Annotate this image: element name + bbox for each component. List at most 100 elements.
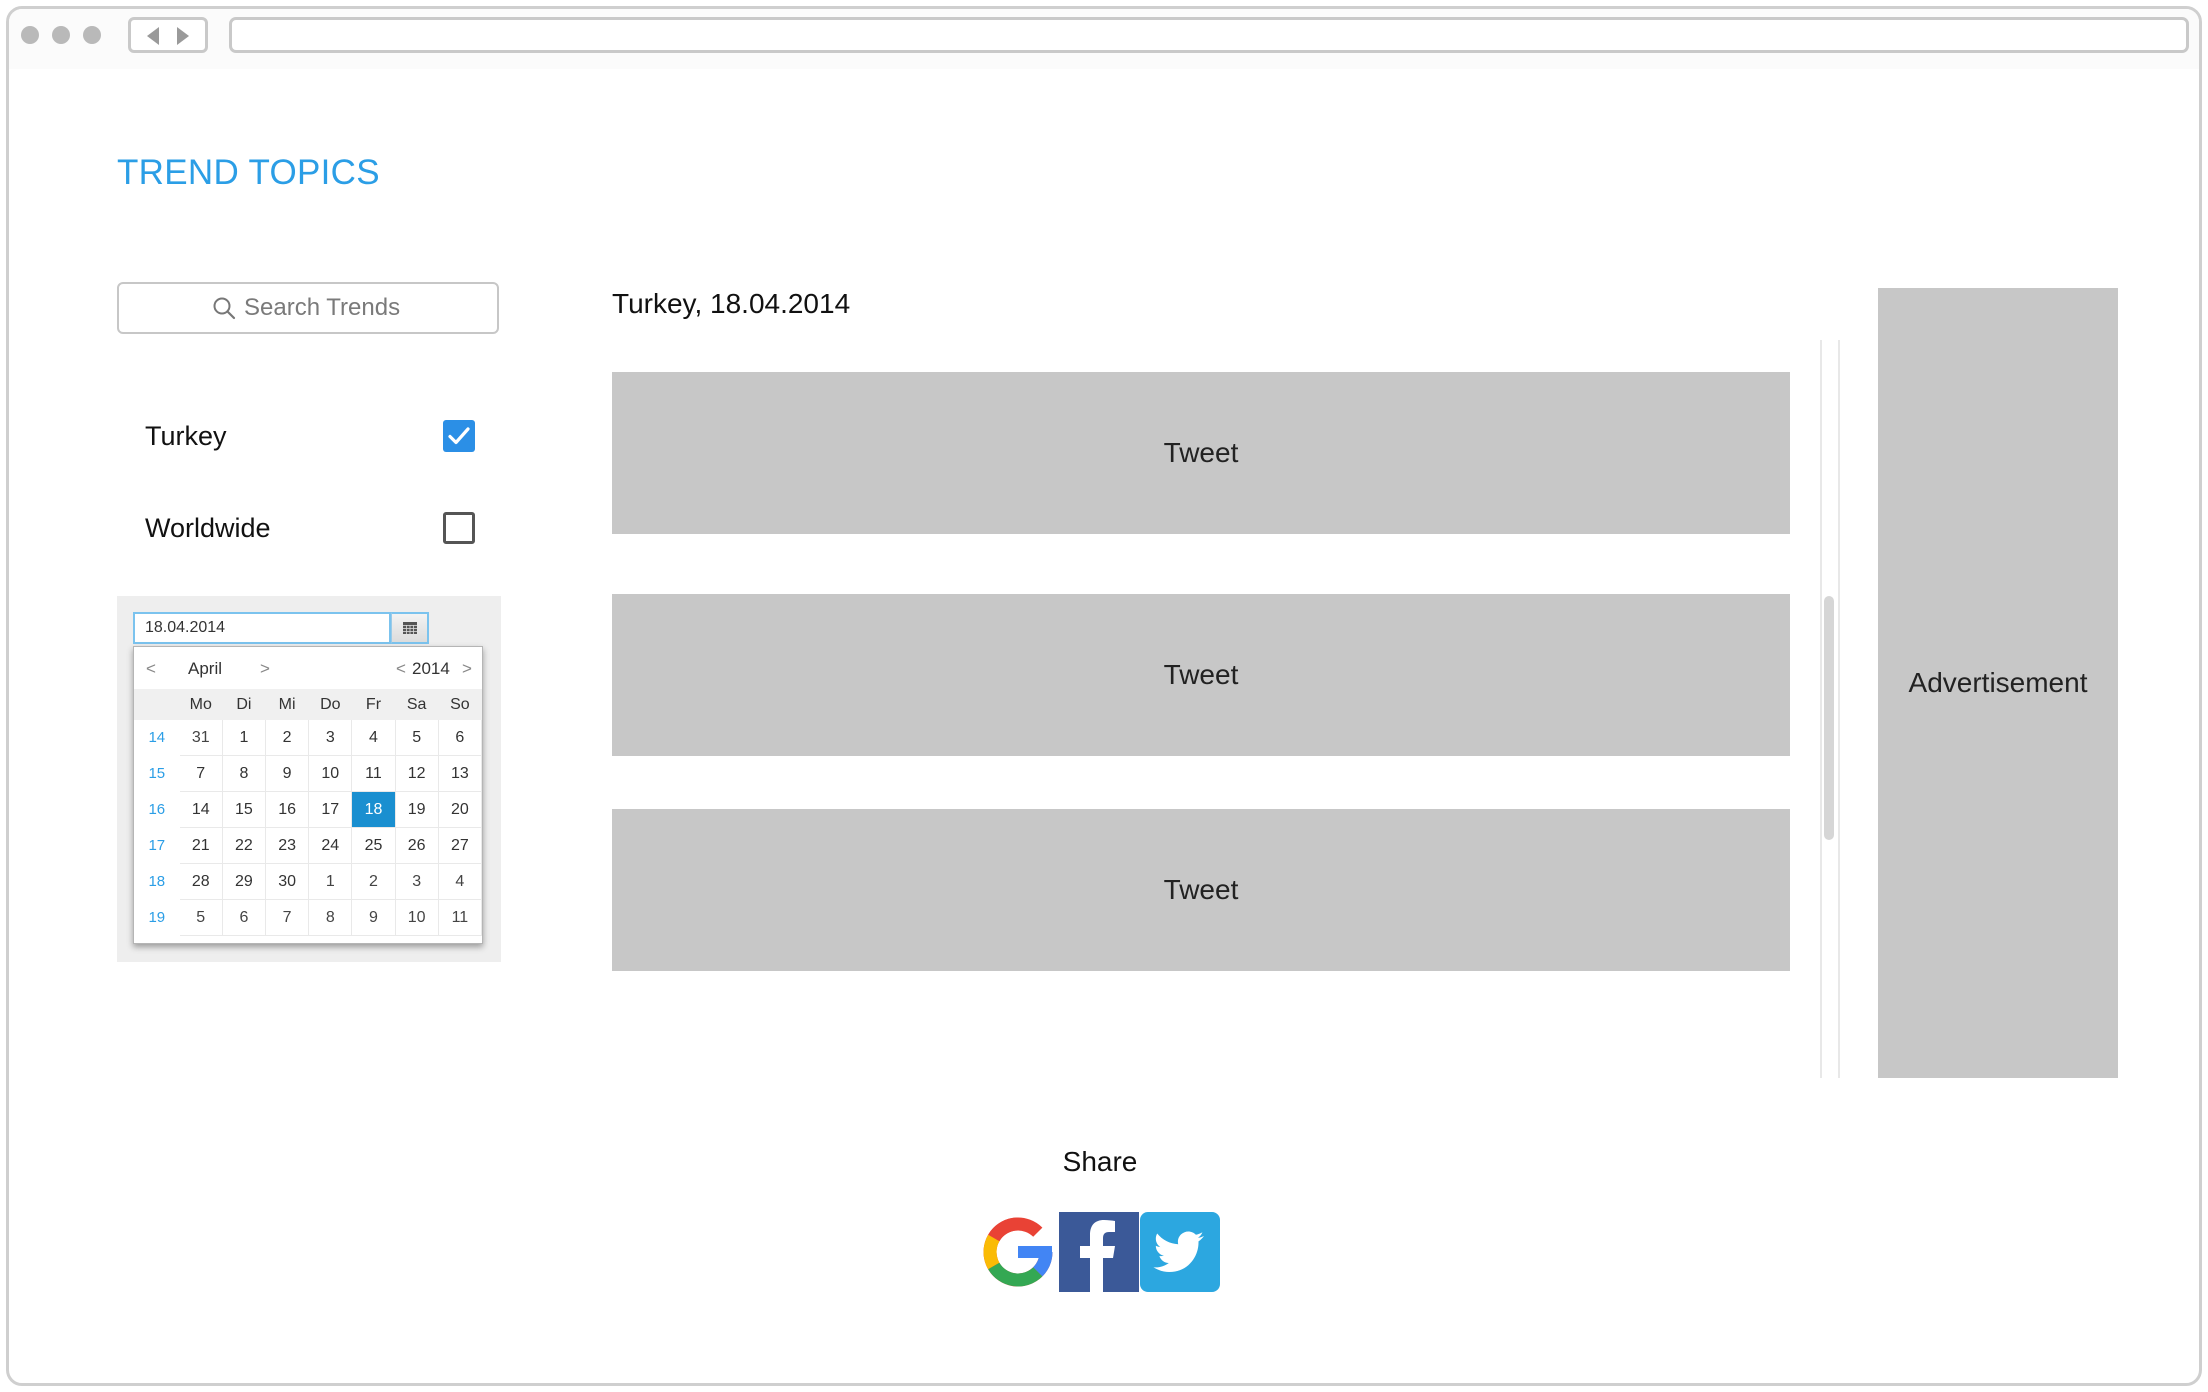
calendar-day[interactable]: 10 bbox=[308, 755, 353, 792]
calendar-day[interactable]: 30 bbox=[265, 863, 310, 900]
google-share-button[interactable] bbox=[978, 1212, 1058, 1292]
calendar-day[interactable]: 13 bbox=[437, 755, 483, 792]
calendar-day[interactable]: 11 bbox=[437, 899, 483, 936]
calendar-day[interactable]: 3 bbox=[394, 863, 439, 900]
checkbox-turkey[interactable] bbox=[443, 420, 475, 452]
week-header-cell bbox=[134, 689, 180, 720]
calendar-day[interactable]: 25 bbox=[351, 827, 396, 864]
week-number: 19 bbox=[134, 899, 180, 936]
weekday-header: Mo bbox=[178, 689, 223, 720]
year-label[interactable]: 2014 bbox=[412, 659, 450, 679]
calendar-week-row: 18 28 29 30 1 2 3 4 bbox=[134, 863, 483, 900]
calendar-day-selected[interactable]: 18 bbox=[351, 791, 396, 828]
calendar-day[interactable]: 1 bbox=[308, 863, 353, 900]
feed-heading: Turkey, 18.04.2014 bbox=[612, 288, 851, 319]
page-title: TREND TOPICS bbox=[117, 153, 380, 192]
back-button[interactable] bbox=[141, 26, 165, 46]
facebook-share-button[interactable] bbox=[1059, 1212, 1139, 1292]
calendar-day[interactable]: 9 bbox=[265, 755, 310, 792]
prev-year-button[interactable]: < bbox=[396, 659, 406, 679]
calendar-day[interactable]: 6 bbox=[437, 719, 483, 756]
calendar-button[interactable] bbox=[391, 612, 429, 644]
filter-label-turkey: Turkey bbox=[145, 420, 227, 451]
calendar-day[interactable]: 4 bbox=[351, 719, 396, 756]
calendar-popup: < April > < 2014 > Mo Di Mi Do Fr Sa So 14 31 1 2 3… bbox=[133, 646, 483, 944]
calendar-day[interactable]: 9 bbox=[351, 899, 396, 936]
calendar-day[interactable]: 7 bbox=[178, 755, 223, 792]
filter-turkey: Turkey bbox=[145, 416, 485, 456]
weekday-header: Sa bbox=[394, 689, 439, 720]
calendar-day[interactable]: 2 bbox=[265, 719, 310, 756]
close-window-dot[interactable] bbox=[21, 26, 39, 44]
month-label[interactable]: April bbox=[188, 659, 222, 679]
calendar-day[interactable]: 10 bbox=[394, 899, 439, 936]
tweet-card[interactable]: Tweet bbox=[612, 809, 1790, 971]
calendar-day[interactable]: 26 bbox=[394, 827, 439, 864]
calendar-day[interactable]: 5 bbox=[394, 719, 439, 756]
calendar-day[interactable]: 17 bbox=[308, 791, 353, 828]
weekday-header: Di bbox=[221, 689, 267, 720]
checkmark-icon bbox=[448, 427, 470, 445]
calendar-header: < April > < 2014 > bbox=[134, 647, 482, 689]
calendar-day[interactable]: 6 bbox=[221, 899, 267, 936]
tweet-card[interactable]: Tweet bbox=[612, 372, 1790, 534]
share-label: Share bbox=[1062, 1146, 1138, 1177]
search-box[interactable] bbox=[117, 282, 499, 334]
calendar-week-row: 15 7 8 9 10 11 12 13 bbox=[134, 755, 483, 792]
calendar-day[interactable]: 31 bbox=[178, 719, 223, 756]
facebook-icon bbox=[1080, 1220, 1115, 1292]
twitter-share-button[interactable] bbox=[1140, 1212, 1220, 1292]
week-number: 17 bbox=[134, 827, 180, 864]
calendar-day[interactable]: 16 bbox=[265, 791, 310, 828]
search-input[interactable] bbox=[244, 294, 404, 322]
calendar-day[interactable]: 8 bbox=[221, 755, 267, 792]
calendar-day[interactable]: 19 bbox=[394, 791, 439, 828]
checkbox-worldwide[interactable] bbox=[443, 512, 475, 544]
calendar-icon bbox=[402, 622, 417, 634]
prev-month-button[interactable]: < bbox=[146, 659, 156, 679]
calendar-day[interactable]: 24 bbox=[308, 827, 353, 864]
maximize-window-dot[interactable] bbox=[83, 26, 101, 44]
forward-arrow-icon bbox=[177, 27, 189, 45]
week-number: 16 bbox=[134, 791, 180, 828]
weekday-header: So bbox=[437, 689, 483, 720]
calendar-day[interactable]: 2 bbox=[351, 863, 396, 900]
calendar-day[interactable]: 21 bbox=[178, 827, 223, 864]
calendar-day[interactable]: 22 bbox=[221, 827, 267, 864]
calendar-day[interactable]: 7 bbox=[265, 899, 310, 936]
calendar-day[interactable]: 29 bbox=[221, 863, 267, 900]
date-input[interactable] bbox=[133, 612, 391, 644]
minimize-window-dot[interactable] bbox=[52, 26, 70, 44]
twitter-icon bbox=[1153, 1231, 1204, 1272]
address-bar[interactable] bbox=[229, 17, 2189, 53]
feed-scrollbar-thumb[interactable] bbox=[1824, 596, 1834, 840]
forward-button[interactable] bbox=[171, 26, 195, 46]
week-number: 15 bbox=[134, 755, 180, 792]
calendar-day[interactable]: 12 bbox=[394, 755, 439, 792]
advertisement-panel[interactable]: Advertisement bbox=[1878, 288, 2118, 1078]
calendar-day[interactable]: 1 bbox=[221, 719, 267, 756]
browser-toolbar bbox=[9, 9, 2199, 69]
share-icons bbox=[978, 1212, 1220, 1294]
google-icon bbox=[983, 1217, 1053, 1287]
calendar-day[interactable]: 20 bbox=[437, 791, 483, 828]
calendar-day[interactable]: 23 bbox=[265, 827, 310, 864]
calendar-day[interactable]: 28 bbox=[178, 863, 223, 900]
calendar-week-row: 19 5 6 7 8 9 10 11 bbox=[134, 899, 483, 936]
calendar-week-row: 16 14 15 16 17 18 19 20 bbox=[134, 791, 483, 828]
calendar-day[interactable]: 14 bbox=[178, 791, 223, 828]
back-arrow-icon bbox=[147, 27, 159, 45]
calendar-day[interactable]: 4 bbox=[437, 863, 483, 900]
next-year-button[interactable]: > bbox=[462, 659, 472, 679]
next-month-button[interactable]: > bbox=[260, 659, 270, 679]
calendar-day[interactable]: 15 bbox=[221, 791, 267, 828]
calendar-day[interactable]: 27 bbox=[437, 827, 483, 864]
calendar-day[interactable]: 5 bbox=[178, 899, 223, 936]
calendar-week-row: 14 31 1 2 3 4 5 6 bbox=[134, 719, 483, 756]
tweet-card[interactable]: Tweet bbox=[612, 594, 1790, 756]
search-icon bbox=[213, 297, 236, 320]
calendar-day[interactable]: 3 bbox=[308, 719, 353, 756]
calendar-day[interactable]: 8 bbox=[308, 899, 353, 936]
history-nav bbox=[128, 17, 208, 53]
calendar-day[interactable]: 11 bbox=[351, 755, 396, 792]
